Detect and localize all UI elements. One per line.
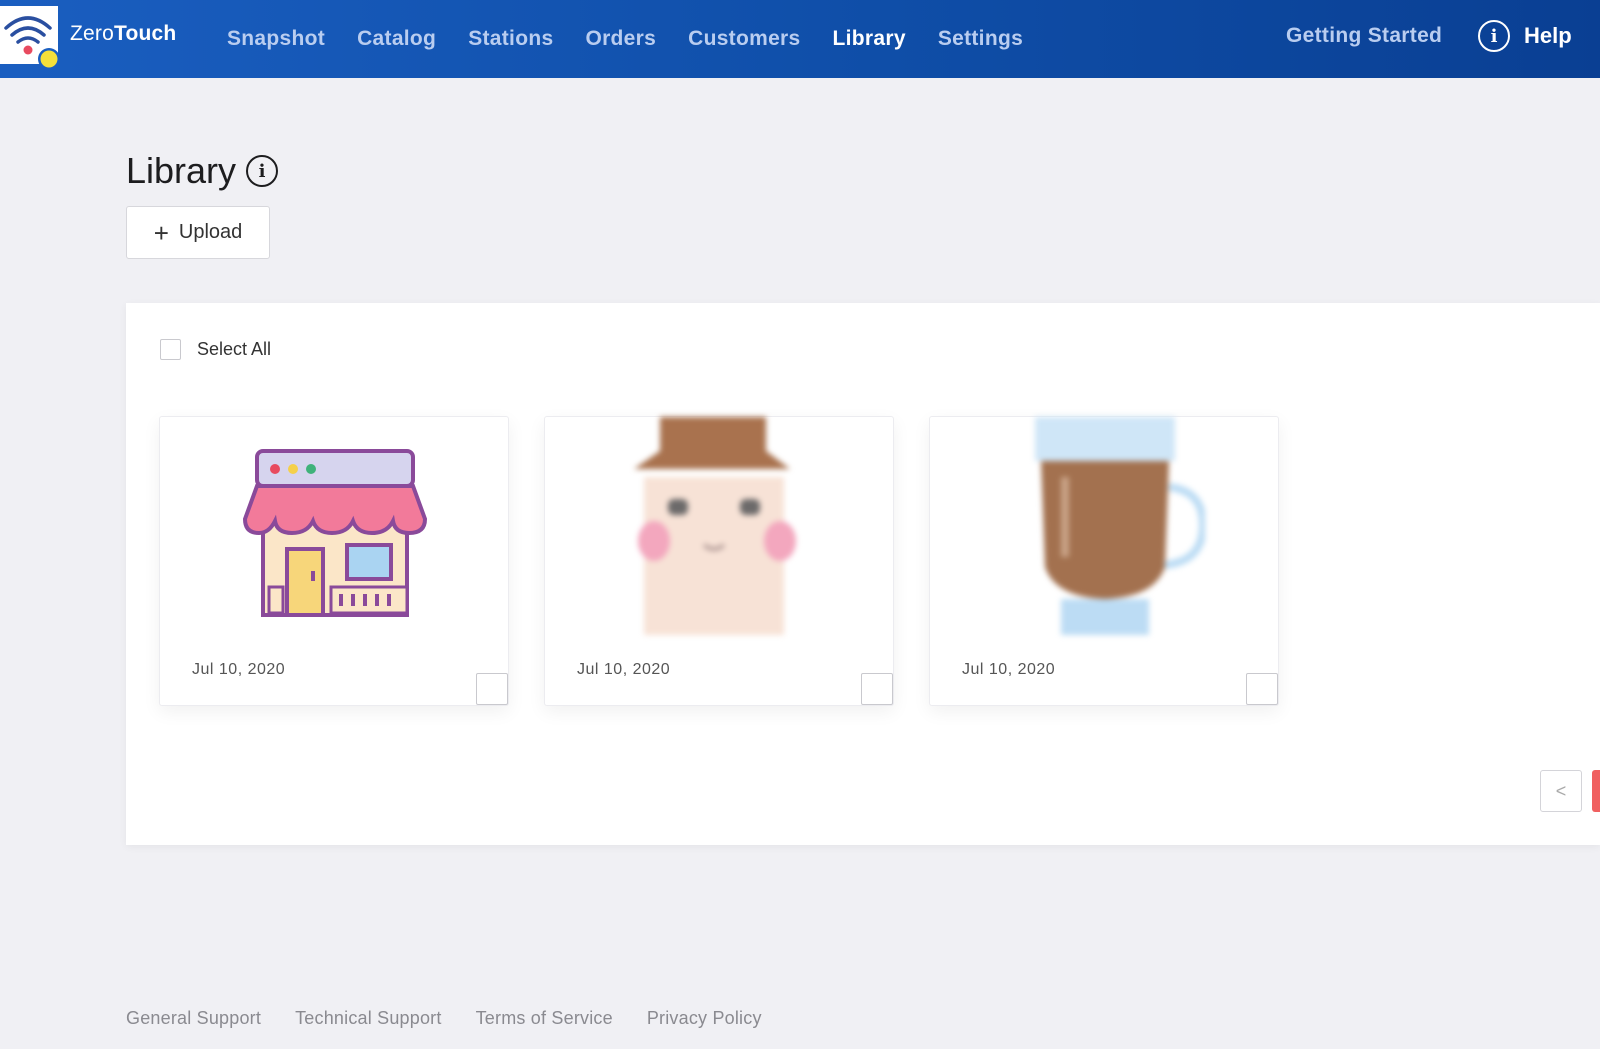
zerotouch-logo[interactable] — [0, 6, 60, 70]
nav-item-library[interactable]: Library — [833, 27, 906, 51]
nav-item-settings[interactable]: Settings — [938, 27, 1023, 51]
nav-item-catalog[interactable]: Catalog — [357, 27, 436, 51]
info-circle-icon[interactable]: i — [246, 155, 279, 187]
chevron-left-icon: < — [1555, 780, 1567, 801]
library-item-date: Jul 10, 2020 — [577, 661, 671, 678]
help-button[interactable]: i Help — [1478, 20, 1572, 52]
footer-link-terms-of-service[interactable]: Terms of Service — [476, 1008, 613, 1029]
upload-label: Upload — [178, 221, 243, 243]
nav-item-orders[interactable]: Orders — [585, 27, 656, 51]
help-label: Help — [1524, 23, 1572, 48]
getting-started-link[interactable]: Getting Started — [1286, 24, 1442, 48]
nav-item-stations[interactable]: Stations — [468, 27, 553, 51]
wifi-logo-icon — [4, 16, 60, 70]
nav-item-customers[interactable]: Customers — [688, 27, 800, 51]
library-item-date: Jul 10, 2020 — [192, 661, 286, 678]
page-title: Library i — [126, 150, 279, 192]
page-title-text: Library — [126, 150, 237, 191]
library-item-thumbnail[interactable] — [545, 417, 895, 635]
main-nav: Snapshot Catalog Stations Orders Custome… — [227, 0, 1055, 78]
library-item-checkbox[interactable] — [476, 673, 508, 705]
library-panel: Select All Jul 10, 2020 Jul 10, 2020 Jul… — [126, 303, 1600, 845]
coffee-glass-icon — [1035, 417, 1205, 635]
brand-name: ZeroTouch — [70, 22, 176, 46]
library-item[interactable]: Jul 10, 2020 — [159, 416, 509, 706]
pagination-current-page[interactable] — [1592, 770, 1600, 812]
library-item-thumbnail[interactable] — [160, 417, 510, 635]
footer-links: General Support Technical Support Terms … — [126, 1008, 796, 1029]
footer-link-general-support[interactable]: General Support — [126, 1008, 261, 1029]
footer-link-technical-support[interactable]: Technical Support — [295, 1008, 442, 1029]
chef-character-icon — [634, 417, 796, 635]
storefront-icon — [242, 449, 428, 617]
select-all-control[interactable]: Select All — [160, 339, 271, 360]
library-item-date: Jul 10, 2020 — [962, 661, 1056, 678]
library-item-thumbnail[interactable] — [930, 417, 1280, 635]
info-circle-icon: i — [1478, 20, 1510, 52]
library-item[interactable]: Jul 10, 2020 — [929, 416, 1279, 706]
nav-item-snapshot[interactable]: Snapshot — [227, 27, 325, 51]
select-all-checkbox[interactable] — [160, 339, 181, 360]
top-navigation-bar: ZeroTouch Snapshot Catalog Stations Orde… — [0, 0, 1600, 78]
library-item-checkbox[interactable] — [1246, 673, 1278, 705]
plus-icon: + — [153, 217, 169, 248]
select-all-label: Select All — [197, 339, 272, 359]
brand-name-part2: Touch — [113, 22, 177, 45]
library-item-checkbox[interactable] — [861, 673, 893, 705]
library-item[interactable]: Jul 10, 2020 — [544, 416, 894, 706]
brand-name-part1: Zero — [70, 22, 114, 45]
upload-button[interactable]: + Upload — [126, 206, 270, 259]
pagination-prev-button[interactable]: < — [1540, 770, 1582, 812]
footer-link-privacy-policy[interactable]: Privacy Policy — [647, 1008, 762, 1029]
